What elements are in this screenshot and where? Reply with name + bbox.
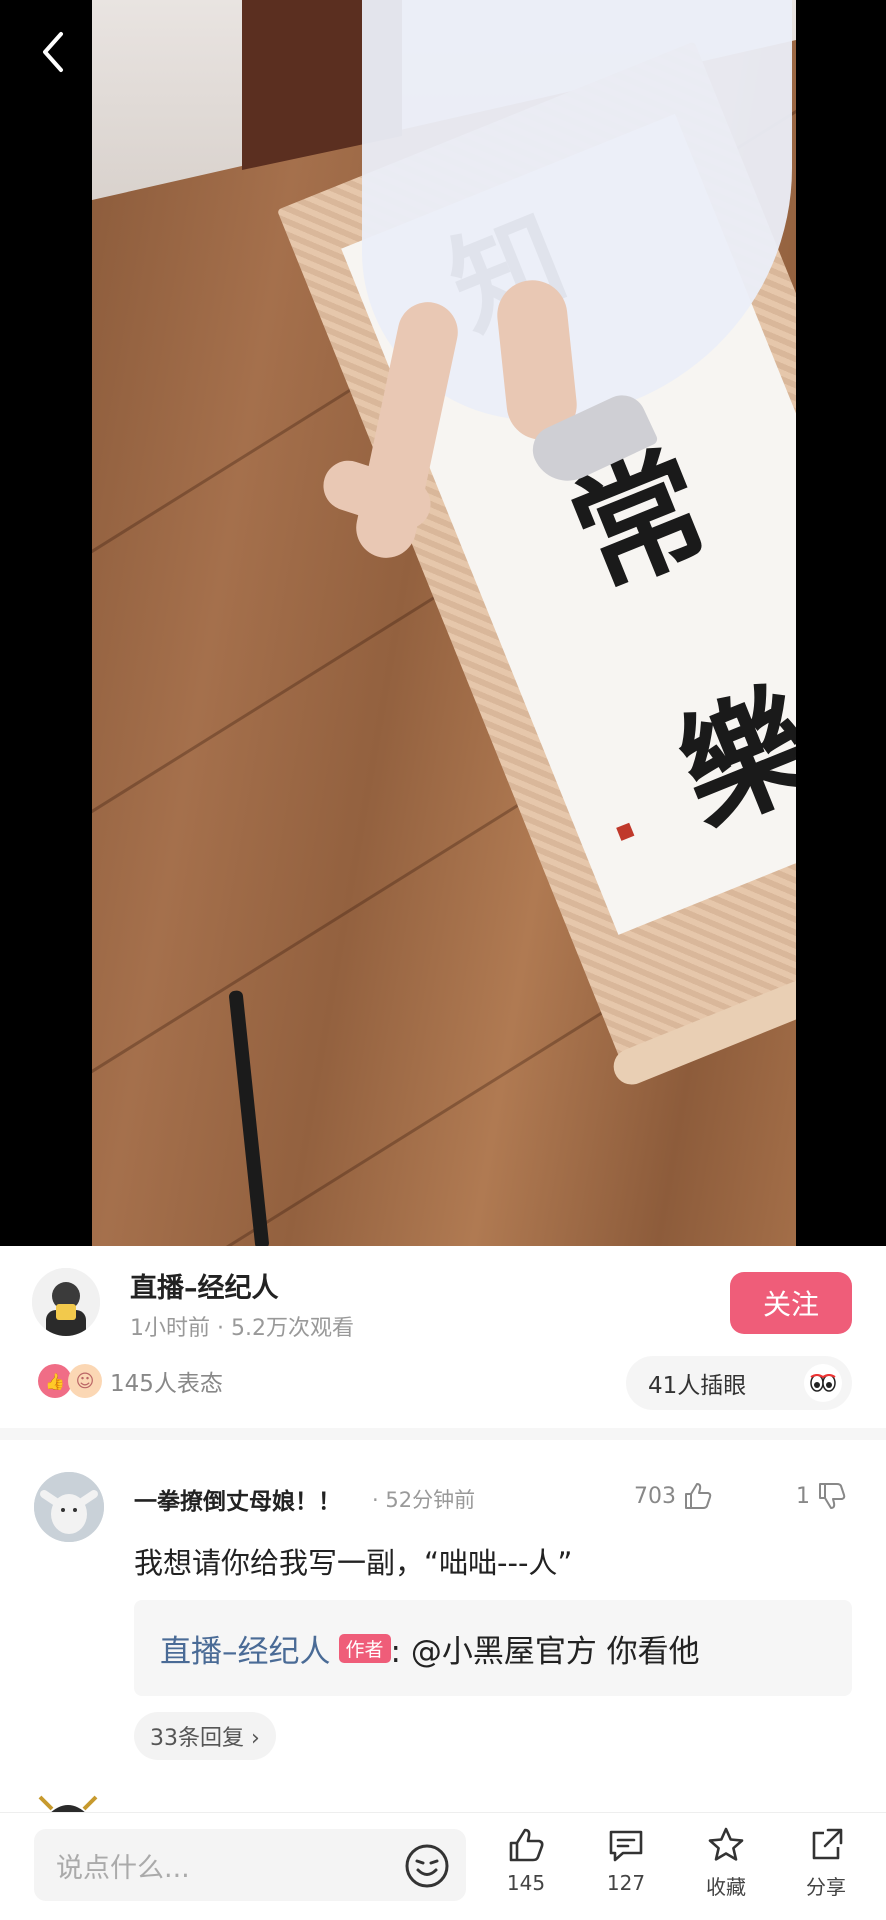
eye-mark-count: 41人插眼 <box>648 1373 747 1399</box>
comment-input-placeholder: 说点什么... <box>56 1852 190 1884</box>
back-button[interactable] <box>30 22 74 82</box>
commenter-name[interactable]: 一拳撩倒丈母娘！！ <box>134 1482 341 1516</box>
reactions[interactable]: 👍 ☺ 145人表态 <box>38 1364 223 1398</box>
comment-input[interactable]: 说点什么... <box>34 1829 466 1901</box>
avatar-image <box>32 1268 100 1336</box>
seal-stamp <box>616 822 635 841</box>
author-badge: 作者 <box>338 1633 391 1663</box>
thumbs-up-icon <box>685 1483 712 1509</box>
commenter-avatar[interactable] <box>34 1472 104 1542</box>
emoji-icon <box>405 1844 449 1888</box>
section-divider <box>0 1428 886 1440</box>
eyes-icon <box>804 1364 842 1402</box>
favorite-button[interactable]: 收藏 <box>686 1825 766 1915</box>
reactions-count: 145人表态 <box>110 1371 223 1397</box>
reply-author[interactable]: 直播–经纪人 <box>160 1626 331 1671</box>
chevron-left-icon <box>43 32 63 72</box>
more-replies-button[interactable]: 33条回复 › <box>134 1712 276 1760</box>
comment-like-button[interactable]: 703 <box>634 1480 714 1512</box>
avatar[interactable] <box>32 1268 100 1336</box>
star-icon <box>708 1827 744 1861</box>
comment-time: · 52分钟前 <box>372 1488 476 1512</box>
author-name[interactable]: 直播–经纪人 <box>130 1266 279 1305</box>
reply-preview[interactable]: 直播–经纪人 作者 : @小黑屋官方 你看他 <box>134 1600 852 1696</box>
calligraphy-char: 樂 <box>657 663 796 854</box>
smile-icon: ☺ <box>68 1364 102 1398</box>
video-frame: 知 常 樂 <box>92 0 796 1246</box>
reply-text: : @小黑屋官方 你看他 <box>390 1633 700 1670</box>
comment-item: 一拳撩倒丈母娘！！ · 52分钟前 703 1 我想请你给我写一副，“咄咄---… <box>0 1440 886 1790</box>
post-meta: 1小时前 · 5.2万次观看 <box>130 1316 354 1341</box>
thumbs-up-icon: 👍 <box>38 1364 72 1398</box>
scroll-stick <box>228 989 270 1246</box>
emoji-button[interactable] <box>404 1843 450 1889</box>
avatar-image <box>34 1472 104 1542</box>
thumbs-down-icon <box>819 1483 846 1509</box>
follow-button[interactable]: 关注 <box>730 1272 852 1334</box>
comment-button[interactable]: 127 <box>586 1825 666 1915</box>
like-button[interactable]: 145 <box>486 1825 566 1915</box>
comment-dislike-count: 1 <box>796 1483 810 1509</box>
comment-text: 我想请你给我写一副，“咄咄---人” <box>134 1546 573 1580</box>
comment-count: 127 <box>606 1871 646 1895</box>
video-player[interactable]: 知 常 樂 <box>0 0 886 1246</box>
comment-dislike-button[interactable]: 1 <box>796 1480 848 1512</box>
share-button[interactable]: 分享 <box>786 1825 866 1915</box>
share-icon <box>812 1828 843 1860</box>
comment-like-count: 703 <box>634 1483 676 1509</box>
thumbs-up-icon <box>509 1828 544 1862</box>
favorite-label: 收藏 <box>706 1875 746 1899</box>
bottom-bar: 说点什么... 145 127 收藏 分享 <box>0 1812 886 1920</box>
share-label: 分享 <box>806 1875 846 1899</box>
like-count: 145 <box>506 1871 546 1895</box>
author-section: 直播–经纪人 1小时前 · 5.2万次观看 关注 👍 ☺ 145人表态 41人插… <box>0 1246 886 1436</box>
eye-mark-button[interactable]: 41人插眼 <box>626 1356 852 1410</box>
comment-icon <box>609 1830 643 1862</box>
